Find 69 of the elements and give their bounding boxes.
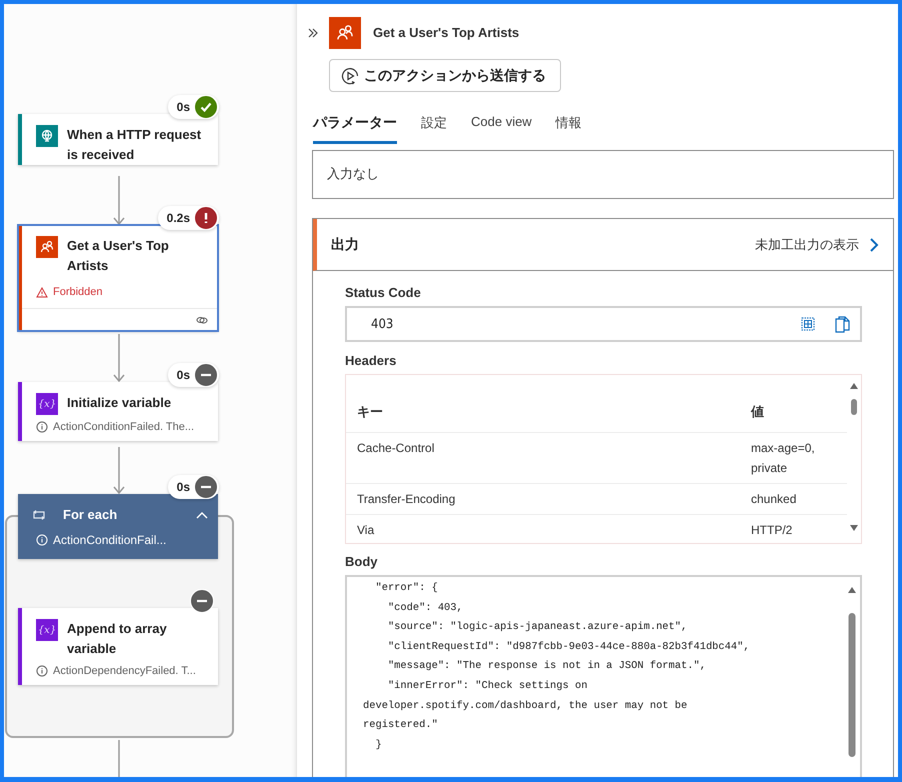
action-title: Initialize variable [67,394,172,412]
collapse-icon[interactable] [307,26,319,39]
connector-arrow [113,447,125,494]
action-card[interactable]: When a HTTP request is received [18,114,218,165]
run-status-badge: 0s [168,363,219,387]
play-circle-icon [340,66,360,86]
people-icon [36,236,58,258]
action-title: Append to array variable [67,620,168,658]
warning-icon [36,286,48,298]
table-icon[interactable] [801,317,815,331]
code-line: "error": { [374,581,439,596]
status-message: Forbidden [53,286,103,298]
no-input-text: 入力なし [327,165,379,184]
field-label: Status Code [345,285,422,300]
connector-arrow [113,176,125,226]
people-icon [329,16,361,49]
globe-icon [36,125,58,147]
status-message: ActionConditionFailed. The... [53,421,194,433]
run-status-badge: 0s [168,95,219,119]
code-line: "source": "logic-apis-japaneast.azure-apim.net", [386,620,688,636]
tab[interactable]: Code view [471,114,532,144]
caret-icon[interactable] [196,511,208,519]
info-icon [36,534,48,546]
code-line: "code": 403, [386,600,464,616]
tab[interactable]: パラメーター [313,114,397,144]
panel-title: Get a User's Top Artists [373,25,520,40]
loop-icon [32,509,46,521]
run-from-action-button[interactable]: このアクションから送信する [329,59,561,92]
variable-icon: {x} [36,393,58,415]
info-icon [36,421,48,433]
code-line: "clientRequestId": "d987fcbb-9e03-44ce-880a-82b3f41dbc44", [386,640,751,655]
copy-icon[interactable] [835,316,850,332]
table-cell-text: chunked [751,491,798,508]
action-title: Get a User's Top Artists [67,237,170,275]
loop-header-card[interactable]: For each ActionConditionFail... [18,494,218,559]
action-card[interactable]: {x} Append to array variable ActionDependencyFailed. T... [18,608,218,685]
table-cell-text: max-age=0, private [751,440,816,477]
table-cell-text: Via [357,522,376,539]
connector-line [118,740,120,777]
connector-arrow [113,334,125,382]
code-line: "innerError": "Check settings on [386,678,588,694]
tab[interactable]: 情報 [556,114,582,144]
table-cell-text: HTTP/2 [751,522,794,539]
chevron-right-icon[interactable] [869,236,879,252]
column-header: キー [357,403,384,421]
status-code-value: 403 [371,316,394,332]
code-line: } [374,738,383,753]
action-title: When a HTTP request is received [67,126,202,164]
status-message: ActionDependencyFailed. T... [53,665,196,677]
link-icon [196,315,208,325]
field-label: Headers [345,353,398,368]
section-title: 出力 [331,236,360,254]
action-card[interactable]: {x} Initialize variable ActionConditionFailed. The... [18,382,218,441]
info-icon [36,665,48,677]
run-status-badge: 0s [168,475,219,499]
code-line: registered." [363,718,439,734]
code-line: "message": "The response is not in a JSON format.", [386,659,707,674]
status-message: ActionConditionFail... [53,533,166,547]
run-status-badge: 0.2s [158,206,219,230]
code-line: developer.spotify.com/dashboard, the user may not be [363,698,688,714]
column-header: 値 [751,403,765,421]
table-cell-text: Cache-Control [357,440,436,457]
raw-output-link[interactable]: 未加工出力の表示 [755,236,859,254]
table-cell-text: Transfer-Encoding [357,491,456,508]
action-card[interactable]: Get a User's Top Artists Forbidden [18,225,218,331]
tab[interactable]: 設定 [421,114,447,144]
action-title: For each [63,506,118,524]
field-label: Body [345,554,378,569]
variable-icon: {x} [36,619,58,641]
